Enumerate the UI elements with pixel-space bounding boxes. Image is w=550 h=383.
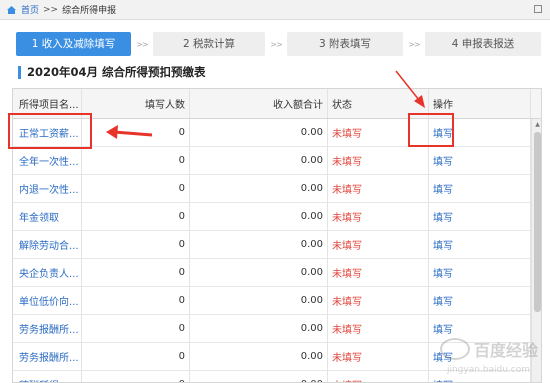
- filled-count: 0: [82, 119, 190, 146]
- status-text: 未填写: [328, 175, 429, 202]
- filled-count: 0: [82, 231, 190, 258]
- watermark-logo-icon: [439, 338, 470, 360]
- income-total: 0.00: [190, 287, 328, 314]
- column-header-total[interactable]: 收入额合计: [190, 89, 328, 118]
- income-item-link[interactable]: 央企负责人...: [13, 259, 82, 286]
- filled-count: 0: [82, 175, 190, 202]
- section-title: 2020年04月 综合所得预扣预缴表: [18, 64, 206, 80]
- step-income-deduction[interactable]: 1 收入及减除填写: [16, 32, 131, 56]
- fill-link[interactable]: 填写: [429, 147, 531, 174]
- step-submit-return[interactable]: 4 申报表报送: [425, 32, 541, 56]
- breadcrumb-current: 综合所得申报: [62, 6, 117, 16]
- fill-link[interactable]: 填写: [429, 175, 531, 202]
- status-text: 未填写: [328, 147, 429, 174]
- status-text: 未填写: [328, 371, 429, 382]
- table-row: 央企负责人... 0 0.00 未填写 填写: [13, 259, 531, 287]
- step-separator: >>: [136, 39, 148, 49]
- fill-link[interactable]: 填写: [429, 231, 531, 258]
- income-total: 0.00: [190, 371, 328, 382]
- fill-link[interactable]: 填写: [429, 119, 531, 146]
- income-total: 0.00: [190, 147, 328, 174]
- income-total: 0.00: [190, 315, 328, 342]
- income-total: 0.00: [190, 175, 328, 202]
- fill-link[interactable]: 填写: [429, 287, 531, 314]
- column-header-count[interactable]: 填写人数: [82, 89, 190, 118]
- income-item-link[interactable]: 正常工资薪...: [13, 119, 82, 146]
- income-item-link[interactable]: 劳务报酬所...: [13, 343, 82, 370]
- step-schedule-fill[interactable]: 3 附表填写: [287, 32, 403, 56]
- step-separator: >>: [408, 39, 420, 49]
- filled-count: 0: [82, 259, 190, 286]
- income-total: 0.00: [190, 231, 328, 258]
- column-header-item[interactable]: 所得项目名...: [13, 89, 82, 118]
- scroll-up-arrow-icon[interactable]: ▲: [532, 119, 541, 130]
- table-row: 解除劳动合... 0 0.00 未填写 填写: [13, 231, 531, 259]
- income-total: 0.00: [190, 119, 328, 146]
- breadcrumb: 首页 >> 综合所得申报: [0, 0, 550, 20]
- income-item-link[interactable]: 解除劳动合...: [13, 231, 82, 258]
- status-text: 未填写: [328, 343, 429, 370]
- income-item-link[interactable]: 稿酬所得: [13, 371, 82, 382]
- status-text: 未填写: [328, 203, 429, 230]
- income-total: 0.00: [190, 203, 328, 230]
- watermark-text: 百度经验: [473, 341, 538, 360]
- breadcrumb-home-link[interactable]: 首页: [21, 3, 39, 16]
- income-item-link[interactable]: 劳务报酬所...: [13, 315, 82, 342]
- breadcrumb-separator: >>: [43, 4, 59, 15]
- column-header-action[interactable]: 操作: [429, 89, 531, 118]
- filled-count: 0: [82, 343, 190, 370]
- step-wizard: 1 收入及减除填写 >> 2 税款计算 >> 3 附表填写 >> 4 申报表报送: [16, 32, 546, 56]
- column-header-status[interactable]: 状态: [328, 89, 429, 118]
- fill-link[interactable]: 填写: [429, 203, 531, 230]
- table-row: 正常工资薪... 0 0.00 未填写 填写: [13, 119, 531, 147]
- income-item-link[interactable]: 单位低价向...: [13, 287, 82, 314]
- income-total: 0.00: [190, 259, 328, 286]
- scroll-thumb[interactable]: [534, 132, 541, 312]
- income-item-link[interactable]: 内退一次性...: [13, 175, 82, 202]
- status-text: 未填写: [328, 259, 429, 286]
- filled-count: 0: [82, 315, 190, 342]
- income-item-link[interactable]: 年金领取: [13, 203, 82, 230]
- step-separator: >>: [270, 39, 282, 49]
- status-text: 未填写: [328, 231, 429, 258]
- income-total: 0.00: [190, 343, 328, 370]
- table-row: 单位低价向... 0 0.00 未填写 填写: [13, 287, 531, 315]
- fill-link[interactable]: 填写: [429, 259, 531, 286]
- window-restore-icon[interactable]: [534, 5, 542, 13]
- page-title: 2020年04月 综合所得预扣预缴表: [27, 65, 206, 79]
- income-item-link[interactable]: 全年一次性...: [13, 147, 82, 174]
- home-icon[interactable]: [6, 5, 17, 15]
- filled-count: 0: [82, 203, 190, 230]
- table-row: 年金领取 0 0.00 未填写 填写: [13, 203, 531, 231]
- table-row: 全年一次性... 0 0.00 未填写 填写: [13, 147, 531, 175]
- status-text: 未填写: [328, 315, 429, 342]
- watermark: 百度经验: [439, 337, 538, 361]
- status-text: 未填写: [328, 119, 429, 146]
- status-text: 未填写: [328, 287, 429, 314]
- filled-count: 0: [82, 147, 190, 174]
- title-accent-bar: [18, 65, 21, 79]
- table-header: 所得项目名... 填写人数 收入额合计 状态 操作: [13, 89, 541, 119]
- filled-count: 0: [82, 371, 190, 382]
- filled-count: 0: [82, 287, 190, 314]
- table-row: 内退一次性... 0 0.00 未填写 填写: [13, 175, 531, 203]
- watermark-url: jingyan.baidu.com: [446, 365, 530, 375]
- step-tax-calculation[interactable]: 2 税款计算: [153, 32, 265, 56]
